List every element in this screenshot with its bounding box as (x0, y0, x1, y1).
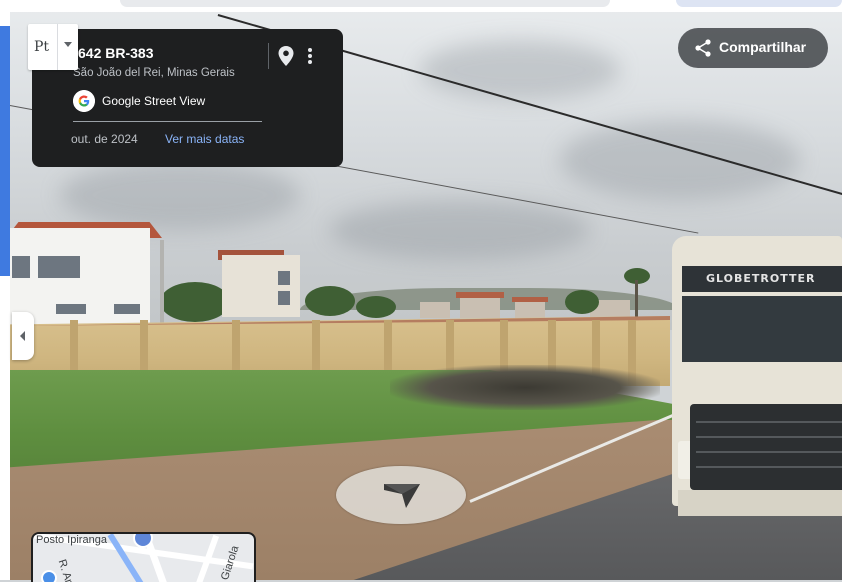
more-vertical-icon (308, 60, 312, 64)
window (12, 256, 30, 278)
see-more-dates-link[interactable]: Ver mais datas (165, 132, 244, 146)
grille-slat (696, 436, 842, 438)
map-poi-label: Posto Ipiranga (36, 534, 107, 546)
chevron-left-icon (20, 331, 25, 341)
divider (268, 43, 269, 69)
truck-windshield (682, 296, 842, 362)
share-label: Compartilhar (719, 39, 807, 55)
language-label: Pt (34, 39, 50, 55)
grille-slat (696, 451, 842, 453)
mini-map[interactable]: Posto Ipiranga R. Ar Giarola (31, 532, 256, 582)
capture-date: out. de 2024 (71, 132, 138, 146)
more-vertical-icon (308, 54, 312, 58)
left-accent-bar (0, 26, 10, 276)
location-info-card: 642 BR-383 São João del Rei, Minas Gerai… (32, 29, 343, 167)
street-view-source: Google Street View (73, 90, 273, 112)
navigation-arrow-button[interactable] (336, 466, 466, 524)
tree (305, 286, 355, 316)
window (278, 271, 290, 285)
grille-slat (696, 421, 842, 423)
window (56, 304, 86, 314)
top-button-edge[interactable] (676, 0, 842, 7)
more-options-button[interactable] (302, 45, 318, 67)
navigation-arrow-icon (384, 484, 420, 508)
divider (57, 24, 58, 70)
burnt-debris (390, 365, 660, 410)
truck: GLOBETROTTER (668, 216, 842, 516)
distant-roof (512, 297, 548, 302)
chevron-down-icon[interactable] (64, 42, 72, 47)
truck-brand-text: GLOBETROTTER (706, 272, 816, 285)
google-logo-icon (73, 90, 95, 112)
truck-bumper (678, 490, 842, 516)
address-subtitle: São João del Rei, Minas Gerais (73, 67, 235, 79)
tree (565, 290, 599, 314)
utility-pole (160, 240, 164, 326)
left-panel-edge (0, 12, 10, 580)
tree (356, 296, 396, 318)
window (114, 304, 140, 314)
more-vertical-icon (308, 48, 312, 52)
cloud (60, 160, 300, 230)
truck-cab: GLOBETROTTER (672, 236, 842, 516)
top-bar (0, 0, 842, 12)
language-selector[interactable]: Pt (28, 24, 78, 70)
divider (73, 121, 262, 122)
window (278, 291, 290, 305)
location-marker-icon[interactable] (41, 570, 57, 582)
distant-building (460, 296, 500, 318)
distant-building (515, 300, 545, 318)
truck-grille (690, 404, 842, 490)
map-street-label: R. Ar (55, 558, 75, 582)
collapse-panel-button[interactable] (12, 312, 34, 360)
share-button[interactable]: Compartilhar (678, 28, 828, 68)
source-label: Google Street View (102, 94, 206, 108)
location-pin-icon (278, 46, 294, 66)
tree (160, 282, 230, 322)
window (38, 256, 80, 278)
share-icon (695, 39, 711, 57)
cloud (420, 40, 620, 100)
distant-roof (456, 292, 504, 298)
house (222, 255, 300, 317)
show-on-map-button[interactable] (276, 45, 296, 67)
search-box-edge[interactable] (120, 0, 610, 7)
cloud (560, 120, 800, 200)
cloud (330, 200, 590, 260)
address-title: 642 BR-383 (78, 45, 154, 61)
palm-trunk (635, 280, 638, 320)
grille-slat (696, 466, 842, 468)
distant-building (420, 302, 450, 318)
